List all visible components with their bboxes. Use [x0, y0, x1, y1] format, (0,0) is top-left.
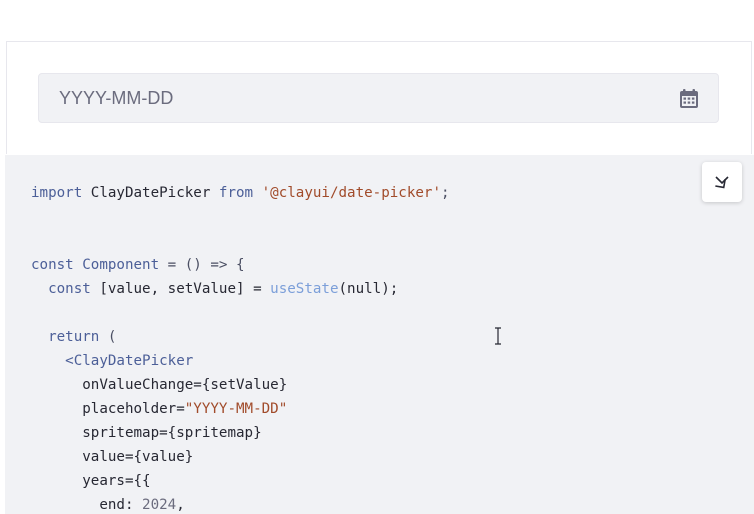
text-cursor-icon — [493, 327, 503, 345]
code-line: <ClayDatePicker — [31, 349, 450, 373]
date-input[interactable] — [39, 74, 659, 122]
code-line: import ClayDatePicker from '@clayui/date… — [31, 181, 450, 205]
demo-preview-card — [6, 41, 752, 154]
code-token: '@clayui/date-picker' — [261, 185, 442, 201]
code-line: const [value, setValue] = useState(null)… — [31, 277, 450, 301]
code-token: value={value} — [31, 449, 194, 465]
code-token: return — [31, 329, 100, 345]
code-line: placeholder="YYYY-MM-DD" — [31, 397, 450, 421]
code-token: from — [218, 185, 254, 201]
code-token: years={{ — [31, 473, 151, 489]
code-token: ClayDatePicker — [82, 185, 219, 201]
code-token: useState — [270, 281, 339, 297]
code-token: 2024 — [142, 497, 177, 513]
code-token: const — [31, 257, 74, 273]
code-line: spritemap={spritemap} — [31, 421, 450, 445]
code-line: onValueChange={setValue} — [31, 373, 450, 397]
collapse-chevrons-icon — [715, 176, 729, 189]
code-token: end: — [31, 497, 143, 513]
code-line: years={{ — [31, 469, 450, 493]
calendar-icon[interactable] — [678, 88, 700, 110]
collapse-code-button[interactable] — [702, 162, 742, 202]
code-token: (null); — [338, 281, 399, 297]
code-token: ( — [99, 329, 117, 345]
code-token: spritemap={spritemap} — [31, 425, 262, 441]
code-listing: import ClayDatePicker from '@clayui/date… — [31, 181, 450, 514]
code-line: end: 2024, — [31, 493, 450, 514]
code-token: = () => { — [159, 257, 245, 273]
code-line: const Component = () => { — [31, 253, 450, 277]
code-token: import — [31, 185, 83, 201]
code-token: const — [31, 281, 91, 297]
code-token: , — [176, 497, 185, 513]
code-line: value={value} — [31, 445, 450, 469]
code-token: "YYYY-MM-DD" — [184, 401, 288, 417]
code-token: placeholder= — [31, 401, 185, 417]
code-token: Component — [82, 257, 160, 273]
date-picker-field[interactable] — [38, 73, 719, 123]
code-token: [value, setValue] = — [90, 281, 271, 297]
code-block: import ClayDatePicker from '@clayui/date… — [5, 155, 754, 514]
code-token: <ClayDatePicker — [31, 353, 194, 369]
code-line: return ( — [31, 325, 450, 349]
code-token: onValueChange={setValue} — [31, 377, 288, 393]
code-token: ; — [441, 185, 450, 201]
